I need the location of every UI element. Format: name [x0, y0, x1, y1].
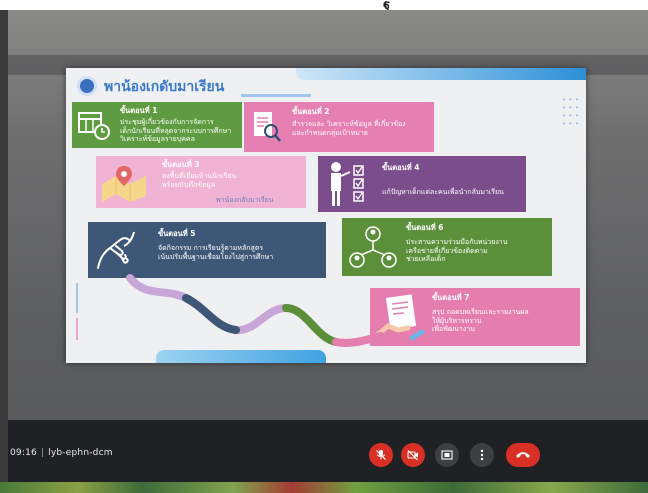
step-6-line: ประสานความร่วมมือกับหน่วยงาน — [406, 238, 508, 246]
step-6-line: ช่วยเหลือเด็ก — [406, 255, 446, 263]
step-3-heading: ขั้นตอนที่ 3 — [162, 160, 200, 169]
step-7-heading: ขั้นตอนที่ 7 — [432, 293, 470, 302]
map-pin-icon — [102, 166, 146, 202]
step-4-heading: ขั้นตอนที่ 4 — [382, 163, 420, 172]
step-4-line: แก้ปัญหาเด็กแต่ละคนเพื่อนำกลับมาเรียน — [382, 188, 504, 196]
winding-path-decoration — [126, 274, 385, 347]
step-5-line: จัดกิจกรรม การเรียนรู้ตามหลักสูตร — [158, 244, 264, 252]
meeting-code: lyb-ephn-dcm — [48, 448, 113, 458]
dot-grid-decoration: • • • • • • • • • • • • — [562, 96, 579, 128]
slide-bullet-icon — [80, 79, 94, 93]
meeting-time: 09:16 — [10, 448, 37, 458]
step-1-heading: ขั้นตอนที่ 1 — [120, 106, 158, 115]
meeting-info: 09:16 | lyb-ephn-dcm — [10, 448, 113, 458]
more-options-icon — [480, 449, 484, 461]
meeting-separator: | — [40, 448, 45, 458]
present-icon — [441, 450, 453, 460]
slide-title-underline — [241, 94, 311, 97]
step-3-line: พร้อมบันทึกข้อมูล — [162, 180, 216, 189]
present-screen-button[interactable] — [435, 443, 459, 467]
step-5-heading: ขั้นตอนที่ 5 — [158, 229, 196, 238]
step-card-4: ขั้นตอนที่ 4 แก้ปัญหาเด็กแต่ละคนเพื่อนำก… — [318, 156, 526, 212]
step-card-1: ขั้นตอนที่ 1 ประชุมผู้เกี่ยวข้องกับการจั… — [72, 102, 242, 148]
step-6-heading: ขั้นตอนที่ 6 — [406, 223, 444, 232]
side-line-decoration — [76, 283, 78, 313]
document-search-icon — [254, 112, 281, 142]
side-line-decoration — [76, 318, 78, 340]
slide-top-decoration — [296, 68, 586, 80]
step-2-line: และกำหนดกลุ่มเป้าหมาย — [292, 128, 368, 137]
end-call-icon — [516, 452, 530, 458]
mic-off-icon — [376, 450, 386, 460]
photo-left-edge — [0, 10, 8, 482]
step-2-heading: ขั้นตอนที่ 2 — [292, 107, 330, 116]
step-2-line: สำรวจและ วิเคราะห์ข้อมูล ที่เกี่ยวข้อง — [292, 120, 406, 128]
checklist-person-icon — [331, 162, 364, 206]
step-7-line: สรุป ถอดบทเรียนและรายงานผล — [432, 308, 529, 316]
step-3-note: พาน้องกลับมาเรียน — [216, 196, 274, 204]
step-5-line: เน้นปรับพื้นฐานเชื่อมโยงไปสู่การศึกษา — [158, 252, 274, 261]
mic-toggle-button[interactable] — [369, 443, 393, 467]
taskbar-strip — [0, 482, 648, 493]
slide-title: พาน้องเกดับมาเรียน — [104, 79, 225, 95]
people-network-icon — [349, 226, 397, 268]
meeting-controls-bar: 09:16 | lyb-ephn-dcm — [8, 436, 648, 476]
slide-bottom-decoration — [156, 350, 326, 363]
photo-top-frame: ฐ — [0, 0, 648, 13]
handshake-icon — [97, 231, 135, 269]
step-1-line: วิเคราะห์ข้อมูลรายบุคคล — [120, 135, 195, 143]
camera-toggle-button[interactable] — [401, 443, 425, 467]
step-card-2: ขั้นตอนที่ 2 สำรวจและ วิเคราะห์ข้อมูล ที… — [244, 102, 434, 152]
step-1-line: ประชุมผู้เกี่ยวข้องกับการจัดการ — [120, 118, 214, 126]
step-6-line: เครือข่ายที่เกี่ยวข้องติดตาม — [406, 246, 488, 255]
step-1-line: เด็กนักเรียนที่หลุดจากระบบการศึกษา — [120, 126, 232, 135]
calendar-clock-icon — [78, 112, 110, 140]
more-options-button[interactable] — [470, 443, 494, 467]
presented-slide: พาน้องเกดับมาเรียน • • • • • • • • • • • • … — [66, 68, 586, 363]
step-3-line: ลงพื้นที่เยี่ยมบ้านนักเรียน — [162, 172, 237, 180]
end-call-button[interactable] — [506, 443, 540, 467]
step-7-line: ให้ผู้บริหารทราบ — [432, 316, 482, 325]
step-card-7: ขั้นตอนที่ 7 สรุป ถอดบทเรียนและรายงานผล … — [370, 288, 580, 346]
step-card-3: ขั้นตอนที่ 3 ลงพื้นที่เยี่ยมบ้านนักเรียน… — [96, 156, 306, 208]
camera-off-icon — [407, 450, 418, 461]
step-7-line: เพื่อพัฒนางาน — [432, 325, 475, 333]
